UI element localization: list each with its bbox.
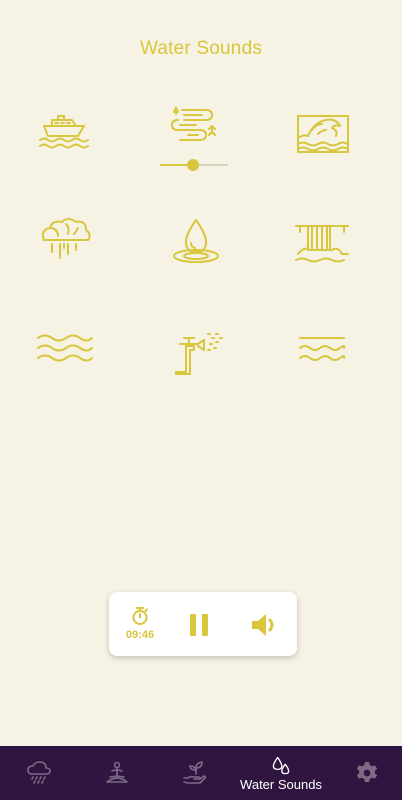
gear-icon	[356, 762, 378, 782]
rain-cloud-icon	[41, 218, 91, 259]
player-bar: 09:46	[109, 592, 297, 656]
sound-ocean-waves[interactable]	[290, 106, 354, 162]
sea-waves-icon	[299, 337, 346, 361]
sound-waterfall[interactable]	[290, 212, 354, 268]
rain-icon	[27, 761, 51, 784]
nav-item-nature[interactable]	[170, 746, 220, 800]
volume-button[interactable]	[249, 610, 281, 640]
plant-hand-icon	[183, 761, 207, 784]
river-stream-icon	[171, 107, 216, 141]
nav-item-label: Water Sounds	[240, 776, 322, 792]
timer-value: 09:46	[125, 629, 155, 641]
sound-lake-waves[interactable]	[32, 320, 96, 376]
garden-hose-icon	[175, 333, 223, 375]
meditation-icon	[106, 761, 128, 783]
ocean-waves-icon	[297, 115, 349, 153]
lake-waves-icon	[37, 334, 93, 362]
stopwatch-icon	[132, 607, 148, 625]
sound-river-stream[interactable]	[164, 96, 228, 152]
sound-garden-hose[interactable]	[164, 322, 228, 378]
water-drops-icon	[272, 756, 290, 774]
sound-water-drop[interactable]	[164, 214, 228, 270]
slider-thumb[interactable]	[187, 159, 199, 171]
sleep-timer[interactable]: 09:46	[123, 606, 157, 641]
nav-item-rain[interactable]	[14, 746, 64, 800]
speaker-icon	[252, 614, 274, 636]
sound-rain-cloud[interactable]	[32, 212, 96, 268]
stream-volume-slider[interactable]	[160, 158, 228, 172]
ship-icon	[39, 115, 89, 149]
pause-button[interactable]	[187, 610, 213, 640]
nav-item-meditation[interactable]	[92, 746, 142, 800]
pause-icon	[190, 614, 208, 636]
waterfall-icon	[295, 225, 349, 263]
nav-item-settings[interactable]	[342, 746, 392, 800]
bottom-navigation: Water Sounds	[0, 746, 402, 800]
nav-item-water-sounds[interactable]: Water Sounds	[232, 746, 330, 800]
sound-sea-waves[interactable]	[290, 320, 354, 376]
sound-ship[interactable]	[32, 104, 96, 160]
sound-grid	[0, 0, 402, 420]
water-drop-icon	[173, 219, 219, 263]
